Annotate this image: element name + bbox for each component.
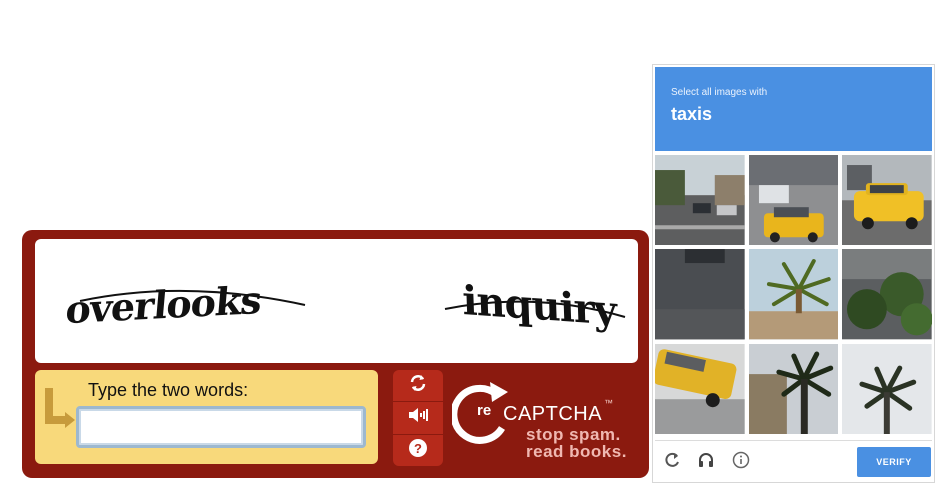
answer-panel: Type the two words: (35, 370, 378, 464)
brand-name: CAPTCHA (503, 403, 603, 425)
verify-button[interactable]: VERIFY (857, 447, 931, 477)
refresh-button[interactable] (393, 370, 443, 403)
help-icon: ? (408, 438, 428, 463)
image-tile[interactable] (655, 155, 745, 246)
challenge-header: Select all images with taxis (655, 67, 932, 151)
image-tile[interactable] (842, 249, 932, 340)
image-tile[interactable] (748, 155, 839, 246)
image-grid (655, 155, 932, 434)
image-tile[interactable] (748, 249, 839, 340)
refresh-icon (408, 373, 428, 398)
answer-input[interactable] (76, 406, 366, 448)
image-tile[interactable] (655, 249, 745, 340)
info-icon (732, 451, 750, 474)
image-tile[interactable] (655, 343, 745, 434)
image-tile[interactable] (748, 343, 839, 434)
image-tile[interactable] (842, 343, 932, 434)
captcha-word-1: overlooks (64, 278, 263, 333)
audio-button[interactable] (393, 402, 443, 435)
prompt-label: Type the two words: (88, 380, 249, 400)
brand-prefix: re (477, 402, 492, 419)
image-recaptcha-widget: Select all images with taxis VERIFY (652, 64, 935, 483)
brand-trademark: ™ (604, 398, 613, 408)
audio-challenge-button[interactable] (695, 451, 717, 473)
image-tile[interactable] (842, 155, 932, 246)
info-button[interactable] (730, 451, 752, 473)
captcha-tools: ? (393, 370, 443, 466)
svg-text:?: ? (414, 441, 422, 456)
classic-recaptcha-widget: overlooks inquiry Type the two words: ? … (22, 230, 649, 478)
challenge-instruction: Select all images with (671, 87, 768, 98)
recaptcha-brand: re CAPTCHA ™ stop spam. read books. (450, 374, 642, 466)
reload-button[interactable] (661, 451, 683, 473)
help-button[interactable]: ? (393, 435, 443, 466)
captcha-image: overlooks inquiry (35, 239, 638, 363)
captcha-word-2: inquiry (462, 277, 620, 335)
challenge-target: taxis (671, 104, 713, 124)
reload-icon (663, 451, 681, 474)
audio-icon (407, 406, 429, 429)
headphones-icon (697, 451, 715, 474)
brand-tagline: stop spam. read books. (526, 425, 627, 461)
